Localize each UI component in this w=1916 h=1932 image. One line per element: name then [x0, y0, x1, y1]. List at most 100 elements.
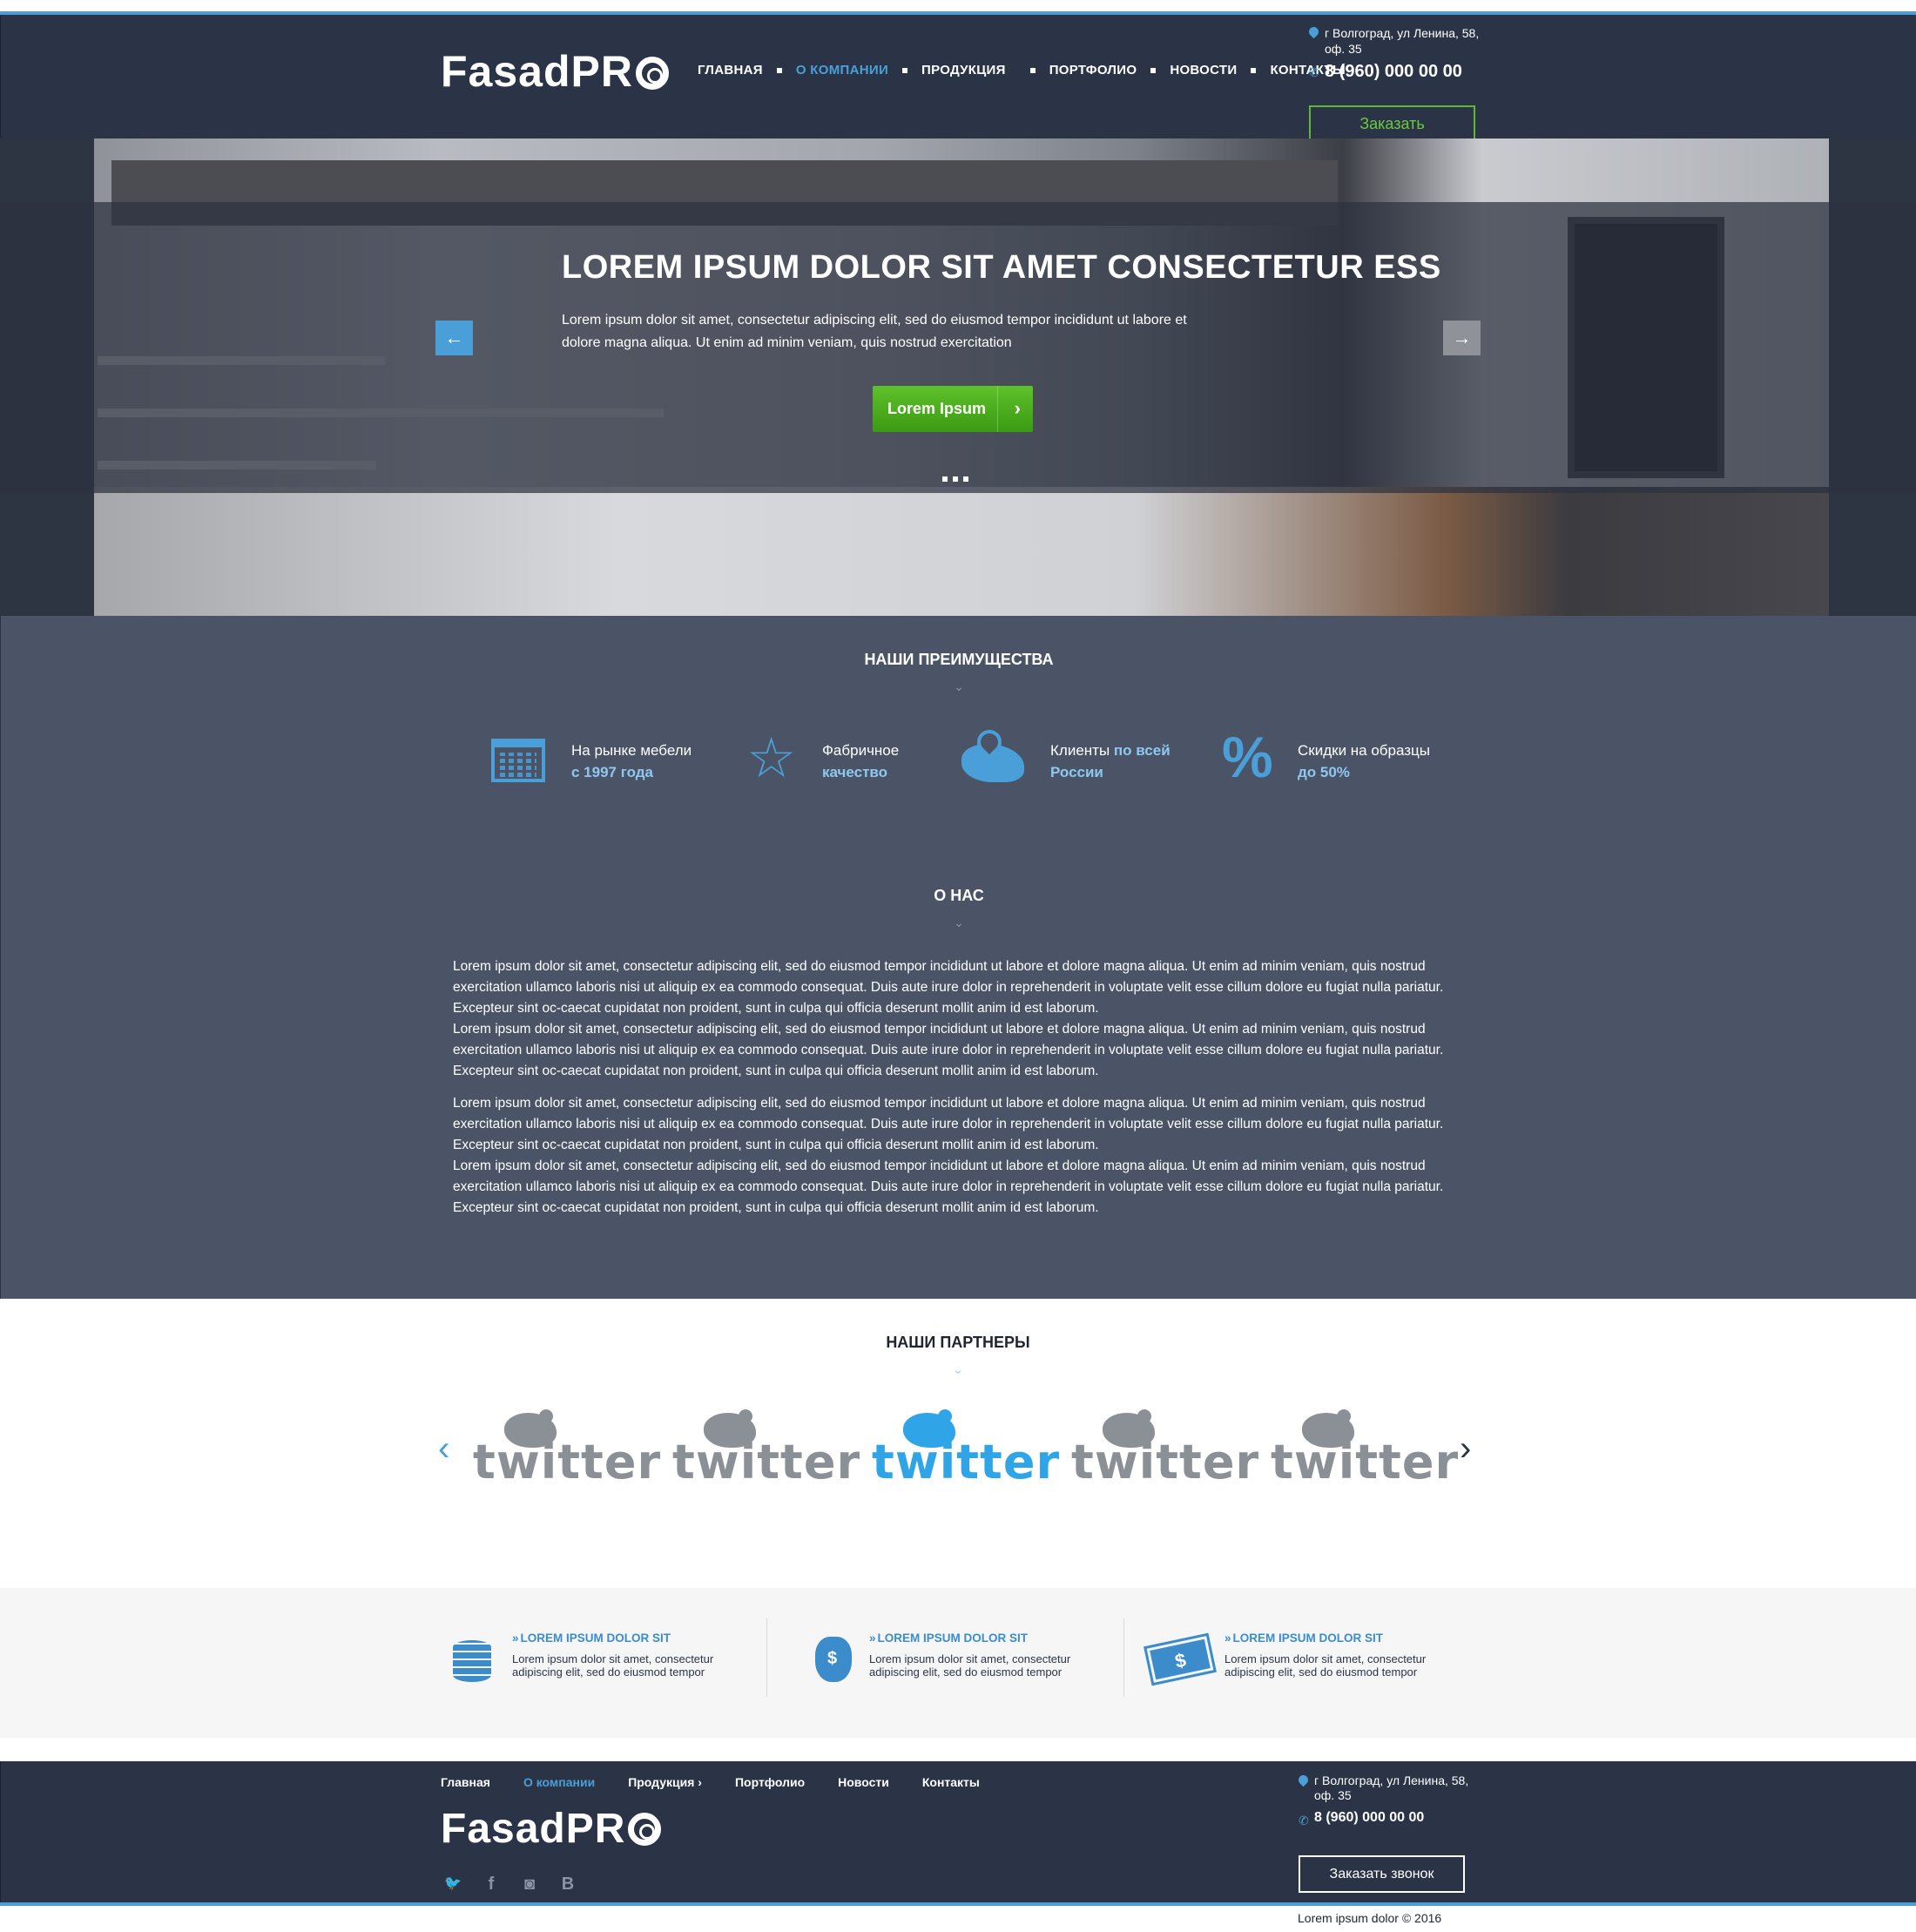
hero-title: LOREM IPSUM DOLOR SIT AMET CONSECTETUR E… — [562, 249, 1441, 286]
advantage-line2: России — [1050, 764, 1103, 780]
advantage-item: ☆ Фабричное качество — [746, 730, 899, 787]
advantage-accent: по всей — [1113, 742, 1171, 759]
about-paragraph: Lorem ipsum dolor sit amet, consectetur … — [453, 1096, 1444, 1152]
partner-logo-active[interactable]: twitter — [872, 1409, 1059, 1486]
chevron-down-icon: ⌄ — [954, 915, 964, 929]
feature-title-text: LOREM IPSUM DOLOR SIT — [520, 1631, 671, 1645]
slider-prev-button[interactable]: ← — [435, 321, 473, 355]
header-contact: г Волгоград, ул Ленина, 58, оф. 35 ✆ 8 (… — [1306, 24, 1483, 82]
address-text: г Волгоград, ул Ленина, 58, оф. 35 — [1325, 26, 1480, 56]
request-call-button[interactable]: Заказать звонок — [1299, 1855, 1465, 1893]
partner-logo[interactable]: twitter — [672, 1409, 860, 1486]
feature-title[interactable]: » LOREM IPSUM DOLOR SIT — [1224, 1631, 1383, 1645]
nav-item-news[interactable]: НОВОСТИ — [1170, 63, 1237, 78]
feature-item: »LOREM IPSUM DOLOR SIT Lorem ipsum dolor… — [1144, 1631, 1463, 1701]
nav-item-home[interactable]: ГЛАВНАЯ — [698, 63, 763, 78]
nav-item-about[interactable]: О КОМПАНИИ — [796, 63, 888, 78]
chevron-right-icon: › — [1460, 1429, 1472, 1468]
about-paragraph: Lorem ipsum dolor sit amet, consectetur … — [453, 959, 1444, 1016]
instagram-icon[interactable]: ◙ — [521, 1875, 538, 1895]
footer-nav-products[interactable]: Продукция › — [628, 1775, 702, 1789]
facebook-icon[interactable]: f — [482, 1875, 500, 1895]
partner-logo-word: twitter — [1271, 1435, 1460, 1490]
footer-nav-portfolio[interactable]: Портфолио — [735, 1775, 805, 1789]
slider-dot[interactable] — [963, 476, 968, 482]
feature-text: Lorem ipsum dolor sit amet, consectetur … — [869, 1652, 1071, 1679]
advantage-text: Фабричное качество — [822, 740, 899, 783]
feature-item: »LOREM IPSUM DOLOR SIT Lorem ipsum dolor… — [808, 1631, 1122, 1701]
hero-cta-button[interactable]: Lorem Ipsum › — [873, 386, 1033, 432]
site-header: FasadPR ГЛАВНАЯ О КОМПАНИИ ПРОДУКЦИЯ ПОР… — [0, 15, 1916, 143]
nav-separator — [1029, 67, 1036, 73]
partners-prev-button[interactable]: ‹ — [438, 1431, 449, 1466]
slider-dot[interactable] — [942, 476, 948, 482]
divider — [1123, 1618, 1124, 1697]
logo-text: FasadPR — [441, 47, 633, 96]
feature-title-text: LOREM IPSUM DOLOR SIT — [1232, 1631, 1384, 1645]
footer-nav-about[interactable]: О компании — [523, 1775, 595, 1789]
logo[interactable]: FasadPR — [441, 46, 669, 97]
feature-text: Lorem ipsum dolor sit amet, consectetur … — [512, 1652, 714, 1679]
partner-logo-word: twitter — [1071, 1435, 1260, 1490]
footer-nav-home[interactable]: Главная — [441, 1775, 490, 1789]
order-button[interactable]: Заказать — [1309, 105, 1475, 143]
advantage-text: Скидки на образцы до 50% — [1298, 740, 1430, 783]
footer-nav-news[interactable]: Новости — [838, 1775, 889, 1789]
advantage-line2: с 1997 года — [571, 764, 653, 780]
partner-logo[interactable]: twitter — [473, 1409, 660, 1486]
nav-item-products[interactable]: ПРОДУКЦИЯ — [921, 63, 1006, 78]
about-title: О НАС — [934, 887, 984, 904]
nav-item-portfolio[interactable]: ПОРТФОЛИО — [1049, 63, 1137, 78]
slider-next-button[interactable]: → — [1443, 321, 1481, 355]
chevron-right-icon: › — [698, 1775, 702, 1789]
hero-slider: LOREM IPSUM DOLOR SIT AMET CONSECTETUR E… — [0, 138, 1916, 616]
about-paragraph: Lorem ipsum dolor sit amet, consectetur … — [453, 1022, 1444, 1078]
percent-icon: % — [1222, 725, 1273, 789]
social-links: 🐦 f ◙ B — [444, 1875, 577, 1895]
footer-nav-products-label: Продукция — [628, 1775, 695, 1789]
money-bag-icon — [808, 1631, 857, 1687]
nav-separator — [1251, 67, 1257, 73]
feature-title[interactable]: » LOREM IPSUM DOLOR SIT — [869, 1631, 1028, 1645]
footer-nav-contacts[interactable]: Контакты — [922, 1775, 980, 1789]
double-chevron-icon: » — [869, 1631, 876, 1645]
partner-logo[interactable]: twitter — [1071, 1409, 1258, 1486]
about-paragraph: Lorem ipsum dolor sit amet, consectetur … — [453, 1159, 1444, 1215]
bottom-accent-line — [0, 1902, 1916, 1906]
header-phone[interactable]: ✆ 8 (960) 000 00 00 — [1309, 62, 1483, 82]
copyright: Lorem ipsum dolor © 2016 — [1298, 1911, 1442, 1925]
vk-icon[interactable]: B — [559, 1875, 577, 1895]
phone-icon: ✆ — [1309, 65, 1319, 79]
double-chevron-icon: » — [1224, 1631, 1231, 1645]
feature-title-text: LOREM IPSUM DOLOR SIT — [877, 1631, 1029, 1645]
footer-nav: Главная О компании Продукция › Портфолио… — [441, 1775, 980, 1789]
advantage-text: На рынке мебели с 1997 года — [571, 740, 692, 783]
logo-text: FasadPR — [441, 1806, 626, 1852]
advantage-line1: Клиенты — [1050, 742, 1110, 759]
calendar-icon — [491, 735, 549, 787]
twitter-icon[interactable]: 🐦 — [444, 1875, 462, 1895]
footer-logo[interactable]: FasadPR — [441, 1805, 662, 1853]
advantage-item: На рынке мебели с 1997 года — [491, 735, 692, 787]
banknotes-icon — [1144, 1631, 1217, 1687]
about-text: Lorem ipsum dolor sit amet, consectetur … — [453, 956, 1472, 1219]
main-nav: ГЛАВНАЯ О КОМПАНИИ ПРОДУКЦИЯ ПОРТФОЛИО Н… — [698, 63, 1346, 78]
partners-next-button[interactable]: › — [1460, 1431, 1471, 1466]
advantages-about-section: НАШИ ПРЕИМУЩЕСТВА ⌄ На рынке мебели с 19… — [0, 616, 1916, 1299]
logo-o-icon — [628, 1813, 662, 1846]
partner-logo-word: twitter — [872, 1435, 1061, 1490]
partner-logo[interactable]: twitter — [1271, 1409, 1458, 1486]
chevron-left-icon: ‹ — [438, 1429, 450, 1468]
partner-logo-word: twitter — [473, 1435, 662, 1490]
header-address: г Волгоград, ул Ленина, 58, оф. 35 — [1306, 24, 1483, 57]
slider-dot[interactable] — [953, 476, 958, 482]
footer-phone[interactable]: ✆ 8 (960) 000 00 00 — [1299, 1810, 1481, 1827]
chevron-right-icon: › — [1014, 397, 1021, 419]
logo-o-icon — [635, 57, 669, 90]
feature-title[interactable]: » LOREM IPSUM DOLOR SIT — [512, 1631, 671, 1645]
advantage-line1: Фабричное — [822, 742, 900, 759]
advantage-line1: На рынке мебели — [571, 742, 692, 759]
phone-text: 8 (960) 000 00 00 — [1325, 62, 1462, 81]
coins-icon — [451, 1631, 500, 1687]
partners-title: НАШИ ПАРТНЕРЫ — [886, 1334, 1030, 1351]
